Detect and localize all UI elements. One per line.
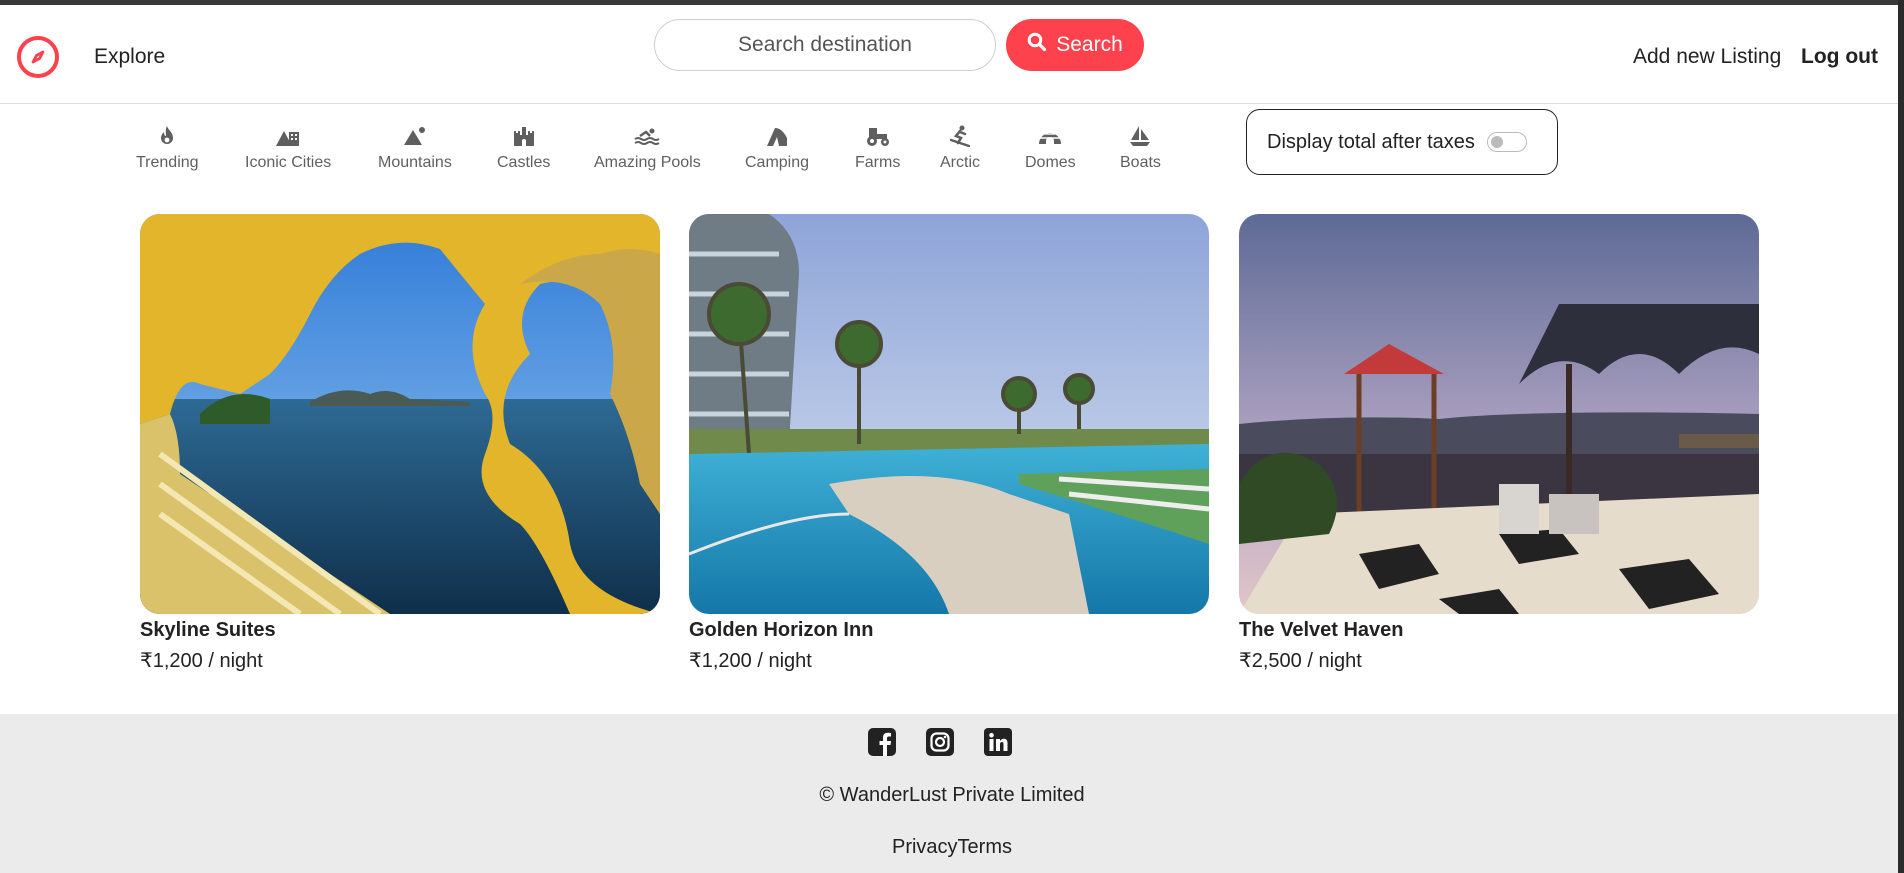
filter-camping[interactable]: Camping — [745, 124, 809, 172]
copyright-text: © WanderLust Private Limited — [819, 784, 1085, 806]
fire-icon — [154, 124, 180, 148]
listing-card[interactable]: The Velvet Haven ₹2,500 / night — [1239, 214, 1759, 673]
filter-farms[interactable]: Farms — [855, 124, 900, 172]
tractor-icon — [865, 124, 891, 148]
castle-icon — [511, 124, 537, 148]
pool-icon — [634, 124, 660, 148]
tax-switch[interactable] — [1486, 132, 1527, 152]
window-right-border — [1898, 0, 1904, 873]
filter-boats[interactable]: Boats — [1120, 124, 1161, 172]
footer-links[interactable]: PrivacyTerms — [0, 836, 1904, 859]
filter-label: Castles — [497, 154, 551, 171]
filter-mountains[interactable]: Mountains — [378, 124, 452, 172]
navbar: Explore Search Add new Listing Log out — [0, 5, 1904, 104]
sailboat-icon — [1127, 124, 1153, 148]
filter-label: Farms — [855, 154, 901, 171]
listing-image[interactable] — [140, 214, 660, 614]
search-icon — [1027, 32, 1047, 58]
search-input[interactable] — [655, 20, 995, 70]
explore-link[interactable]: Explore — [94, 45, 165, 69]
filter-label: Mountains — [378, 154, 452, 171]
social-links — [867, 727, 1013, 757]
listing-title: Golden Horizon Inn — [689, 619, 874, 641]
tax-toggle-label: Display total after taxes — [1267, 130, 1475, 153]
filter-label: Domes — [1025, 154, 1076, 171]
instagram-icon[interactable] — [925, 727, 955, 757]
listing-price: ₹2,500 / night — [1239, 650, 1362, 672]
listing-price: ₹1,200 / night — [140, 650, 263, 672]
filter-arctic[interactable]: Arctic — [940, 124, 980, 172]
listing-image[interactable] — [689, 214, 1209, 614]
igloo-icon — [1037, 124, 1063, 148]
listing-card[interactable]: Skyline Suites ₹1,200 / night — [140, 214, 660, 673]
filter-label: Arctic — [940, 154, 980, 171]
linkedin-icon[interactable] — [983, 727, 1013, 757]
listing-card[interactable]: Golden Horizon Inn ₹1,200 / night — [689, 214, 1209, 673]
listing-title: Skyline Suites — [140, 619, 276, 641]
search-box — [654, 19, 996, 71]
mountain-icon — [402, 124, 428, 148]
filter-label: Camping — [745, 154, 810, 171]
logout-link[interactable]: Log out — [1801, 45, 1878, 69]
filter-domes[interactable]: Domes — [1025, 124, 1076, 172]
footer: © WanderLust Private Limited PrivacyTerm… — [0, 714, 1904, 873]
filter-label: Iconic Cities — [245, 154, 332, 171]
facebook-icon[interactable] — [867, 727, 897, 757]
listing-price: ₹1,200 / night — [689, 650, 812, 672]
filter-label: Trending — [136, 154, 199, 171]
filter-label: Amazing Pools — [594, 154, 701, 171]
listing-title: The Velvet Haven — [1239, 619, 1404, 641]
city-icon — [275, 124, 301, 148]
switch-knob — [1490, 136, 1503, 148]
tax-toggle[interactable]: Display total after taxes — [1246, 109, 1558, 175]
search-button[interactable]: Search — [1006, 19, 1144, 71]
filter-iconic-cities[interactable]: Iconic Cities — [245, 124, 331, 172]
filter-label: Boats — [1120, 154, 1161, 171]
filter-trending[interactable]: Trending — [136, 124, 199, 172]
snowboard-icon — [947, 124, 973, 148]
filter-amazing-pools[interactable]: Amazing Pools — [594, 124, 701, 172]
search-button-label: Search — [1056, 33, 1123, 56]
tent-icon — [764, 124, 790, 148]
add-listing-link[interactable]: Add new Listing — [1633, 45, 1781, 69]
filter-castles[interactable]: Castles — [497, 124, 550, 172]
compass-logo-icon[interactable] — [17, 36, 59, 78]
listing-image[interactable] — [1239, 214, 1759, 614]
